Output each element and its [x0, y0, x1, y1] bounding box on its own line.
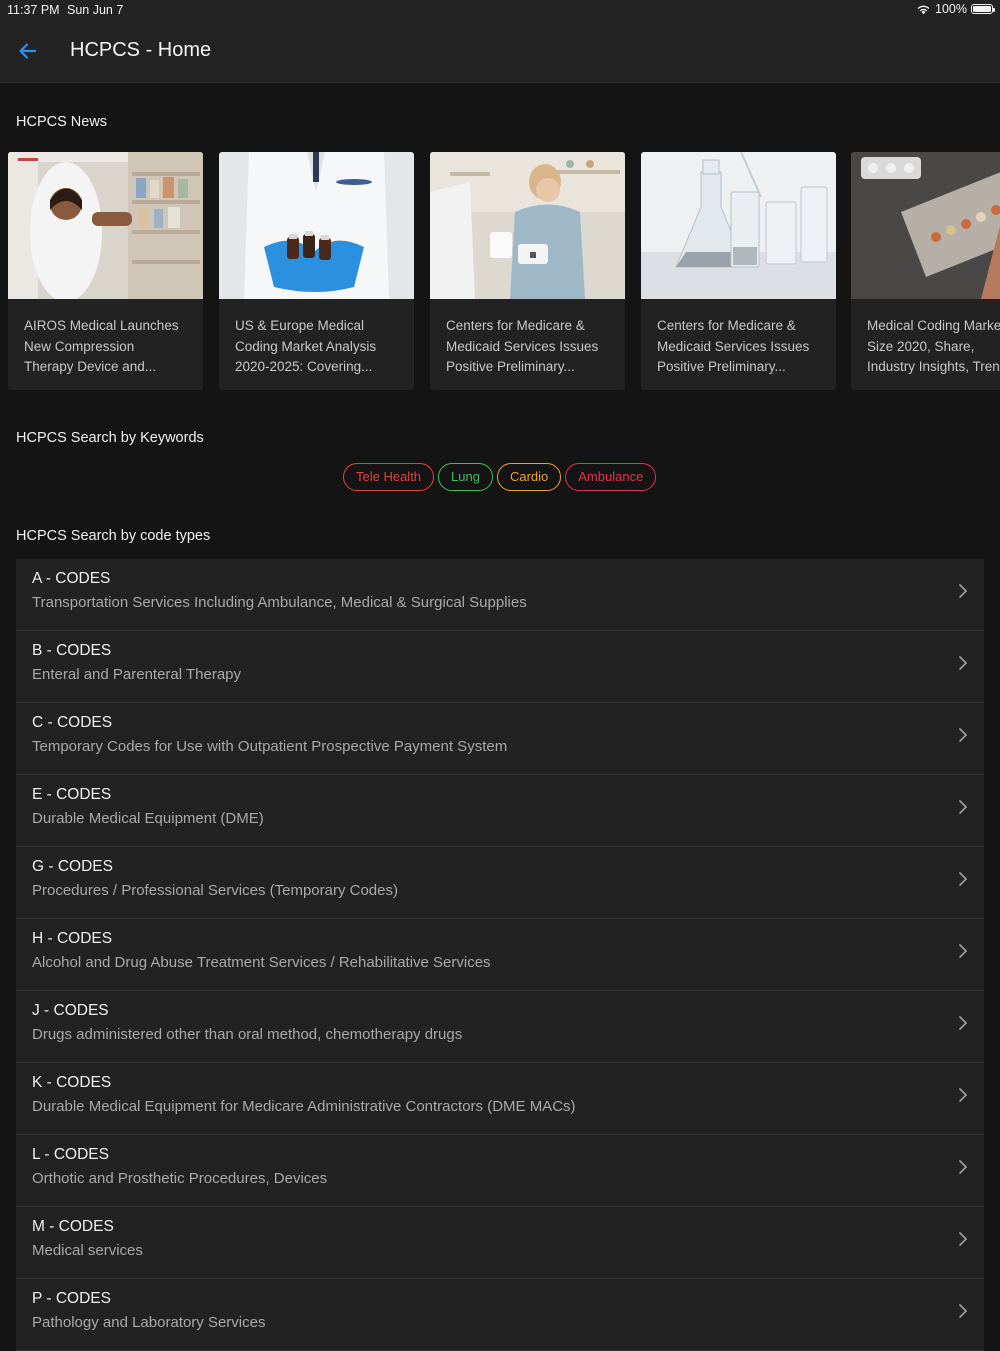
chevron-right-icon — [959, 800, 968, 814]
chevron-right-icon — [959, 1160, 968, 1174]
chip-cardio[interactable]: Cardio — [496, 463, 562, 491]
status-date: Sun Jun 7 — [67, 3, 124, 17]
page-title: HCPCS - Home — [70, 39, 212, 61]
code-row-b[interactable]: B - CODES Enteral and Parenteral Therapy — [16, 631, 984, 703]
code-row-p[interactable]: P - CODES Pathology and Laboratory Servi… — [16, 1279, 984, 1351]
code-description: Drugs administered other than oral metho… — [32, 1026, 463, 1043]
news-section-title: HCPCS News — [16, 114, 108, 130]
keyword-chips: Tele Health Lung Cardio Ambulance — [343, 463, 657, 491]
status-right: 100% — [916, 2, 995, 16]
code-description: Durable Medical Equipment for Medicare A… — [32, 1098, 576, 1115]
code-description: Enteral and Parenteral Therapy — [32, 666, 242, 683]
news-card[interactable]: AIROS Medical Launches New Compression T… — [8, 152, 203, 390]
chevron-right-icon — [959, 944, 968, 958]
code-row-k[interactable]: K - CODES Durable Medical Equipment for … — [16, 1063, 984, 1135]
code-description: Durable Medical Equipment (DME) — [32, 810, 264, 827]
code-title: J - CODES — [32, 1002, 109, 1019]
status-time: 11:37 PM — [7, 3, 60, 17]
chip-ambulance[interactable]: Ambulance — [565, 463, 657, 491]
news-headline: Centers for Medicare & Medicaid Services… — [446, 318, 599, 374]
news-headline: AIROS Medical Launches New Compression T… — [24, 318, 179, 374]
code-description: Pathology and Laboratory Services — [32, 1314, 266, 1331]
code-title: K - CODES — [32, 1074, 112, 1091]
code-row-l[interactable]: L - CODES Orthotic and Prosthetic Proced… — [16, 1135, 984, 1207]
code-types-section-title: HCPCS Search by code types — [16, 528, 211, 544]
code-description: Temporary Codes for Use with Outpatient … — [32, 738, 508, 755]
news-image — [851, 152, 1000, 299]
battery-icon — [971, 4, 995, 14]
battery-percent: 100% — [935, 2, 967, 16]
code-title: M - CODES — [32, 1218, 114, 1235]
keywords-section-title: HCPCS Search by Keywords — [16, 430, 204, 446]
news-carousel[interactable]: AIROS Medical Launches New Compression T… — [8, 152, 1000, 392]
news-image — [8, 152, 203, 299]
chevron-right-icon — [959, 1088, 968, 1102]
code-row-j[interactable]: J - CODES Drugs administered other than … — [16, 991, 984, 1063]
news-image — [641, 152, 836, 299]
code-description: Alcohol and Drug Abuse Treatment Service… — [32, 954, 491, 971]
code-title: G - CODES — [32, 858, 113, 875]
chevron-right-icon — [959, 1232, 968, 1246]
news-card[interactable]: US & Europe Medical Coding Market Analys… — [219, 152, 414, 390]
chevron-right-icon — [959, 656, 968, 670]
news-headline: Medical Coding Market Size 2020, Share, … — [867, 318, 1000, 374]
chip-tele-health[interactable]: Tele Health — [343, 463, 435, 491]
news-headline: US & Europe Medical Coding Market Analys… — [235, 318, 377, 374]
news-card[interactable]: Centers for Medicare & Medicaid Services… — [430, 152, 625, 390]
code-title: B - CODES — [32, 642, 112, 659]
chip-lung[interactable]: Lung — [438, 463, 493, 491]
news-headline: Centers for Medicare & Medicaid Services… — [657, 318, 810, 374]
code-description: Transportation Services Including Ambula… — [32, 594, 527, 611]
status-bar: 11:37 PM Sun Jun 7 100% — [0, 0, 1000, 20]
code-description: Medical services — [32, 1242, 143, 1259]
code-row-a[interactable]: A - CODES Transportation Services Includ… — [16, 559, 984, 631]
chevron-right-icon — [959, 1016, 968, 1030]
chevron-right-icon — [959, 872, 968, 886]
news-card[interactable]: Medical Coding Market Size 2020, Share, … — [851, 152, 1000, 390]
code-type-list: A - CODES Transportation Services Includ… — [16, 559, 984, 1351]
news-image — [219, 152, 414, 299]
code-title: E - CODES — [32, 786, 112, 803]
code-description: Procedures / Professional Services (Temp… — [32, 882, 398, 899]
code-title: L - CODES — [32, 1146, 109, 1163]
chevron-right-icon — [959, 584, 968, 598]
chevron-right-icon — [959, 1304, 968, 1318]
code-title: C - CODES — [32, 714, 113, 731]
news-image — [430, 152, 625, 299]
code-title: H - CODES — [32, 930, 113, 947]
wifi-icon — [917, 5, 930, 15]
news-card[interactable]: Centers for Medicare & Medicaid Services… — [641, 152, 836, 390]
chevron-right-icon — [959, 728, 968, 742]
code-row-e[interactable]: E - CODES Durable Medical Equipment (DME… — [16, 775, 984, 847]
nav-bar: HCPCS - Home — [0, 20, 1000, 83]
code-description: Orthotic and Prosthetic Procedures, Devi… — [32, 1170, 328, 1187]
back-arrow-icon[interactable] — [14, 37, 42, 65]
code-row-g[interactable]: G - CODES Procedures / Professional Serv… — [16, 847, 984, 919]
code-title: A - CODES — [32, 570, 111, 587]
code-title: P - CODES — [32, 1290, 111, 1307]
code-row-m[interactable]: M - CODES Medical services — [16, 1207, 984, 1279]
code-row-h[interactable]: H - CODES Alcohol and Drug Abuse Treatme… — [16, 919, 984, 991]
code-row-c[interactable]: C - CODES Temporary Codes for Use with O… — [16, 703, 984, 775]
